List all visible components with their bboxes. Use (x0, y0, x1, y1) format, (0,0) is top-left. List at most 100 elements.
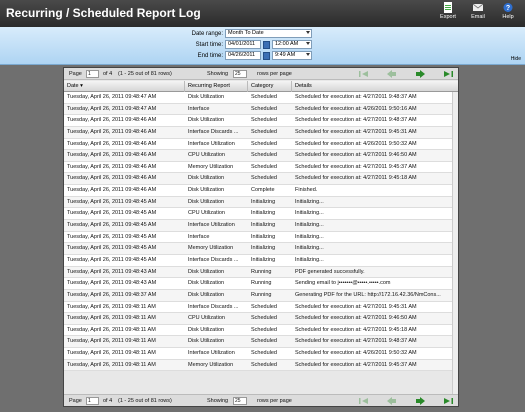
end-date-value: 04/26/2011 (228, 52, 256, 58)
calendar-icon[interactable] (263, 41, 270, 49)
table-row[interactable]: Tuesday, April 26, 2011 09:48:46 AM Disk … (64, 185, 458, 197)
date-cell: Tuesday, April 26, 2011 09:48:46 AM (67, 152, 157, 159)
table-row[interactable]: Tuesday, April 26, 2011 09:48:45 AM Inter… (64, 231, 458, 244)
rows-per-page-select[interactable]: 25 (233, 397, 247, 405)
page-count: of 4 (103, 398, 113, 404)
report-cell: Interface Discards ... (188, 128, 239, 135)
category-cell: Scheduled (251, 338, 277, 345)
table-header: Date ▾ Recurring Report Category Details (64, 81, 458, 92)
export-button[interactable]: Export (436, 2, 460, 20)
report-cell: Disk Utilization (188, 187, 225, 194)
start-date-input[interactable]: 04/01/2011 (225, 40, 261, 49)
showing-label: Showing (207, 398, 229, 404)
table-row[interactable]: Tuesday, April 26, 2011 09:48:45 AM CPU U… (64, 208, 458, 221)
table-body: Tuesday, April 26, 2011 09:48:47 AM Disk … (64, 92, 458, 372)
scrollbar[interactable] (452, 92, 458, 394)
table-row[interactable]: Tuesday, April 26, 2011 09:48:46 AM Memor… (64, 161, 458, 174)
calendar-icon[interactable] (263, 52, 270, 60)
column-header-recurring-report[interactable]: Recurring Report (185, 81, 248, 92)
table-row[interactable]: Tuesday, April 26, 2011 09:48:11 AM Inter… (64, 348, 458, 360)
table-row[interactable]: Tuesday, April 26, 2011 09:48:11 AM CPU U… (64, 313, 458, 325)
category-cell: Scheduled (251, 128, 277, 135)
category-cell: Scheduled (251, 105, 277, 112)
table-row[interactable]: Tuesday, April 26, 2011 09:48:46 AM Disk … (64, 173, 458, 186)
date-range-select[interactable]: Month To Date (225, 29, 312, 38)
help-button[interactable]: ? Help (496, 2, 520, 20)
last-page-icon[interactable] (442, 397, 454, 405)
prev-page-icon[interactable] (386, 70, 398, 78)
prev-page-icon[interactable] (386, 397, 398, 405)
details-cell: Scheduled for execution at: 4/27/2011 9:… (295, 152, 417, 159)
table-row[interactable]: Tuesday, April 26, 2011 09:48:45 AM Disk … (64, 196, 458, 209)
report-cell: Interface (188, 233, 210, 240)
first-page-icon[interactable] (358, 397, 370, 405)
report-cell: Memory Utilization (188, 163, 234, 170)
next-page-icon[interactable] (414, 397, 426, 405)
table-row[interactable]: Tuesday, April 26, 2011 09:48:46 AM Inter… (64, 138, 458, 151)
category-cell: Scheduled (251, 303, 277, 310)
details-cell: Initializing... (295, 256, 324, 263)
end-date-input[interactable]: 04/26/2011 (225, 51, 261, 60)
date-cell: Tuesday, April 26, 2011 09:48:47 AM (67, 105, 157, 112)
table-row[interactable]: Tuesday, April 26, 2011 09:48:46 AM CPU U… (64, 150, 458, 162)
page-title: Recurring / Scheduled Report Log (6, 6, 201, 20)
start-time-select[interactable]: 12:00 AM (272, 40, 312, 49)
table-row[interactable]: Tuesday, April 26, 2011 09:48:45 AM Memor… (64, 243, 458, 255)
report-cell: CPU Utilization (188, 152, 225, 159)
email-button[interactable]: Email (466, 2, 490, 20)
date-cell: Tuesday, April 26, 2011 09:48:11 AM (67, 361, 156, 368)
rows-per-page-select[interactable]: 25 (233, 70, 247, 78)
page-select[interactable]: 1 (86, 70, 99, 78)
chevron-down-icon (306, 42, 310, 45)
date-cell: Tuesday, April 26, 2011 09:48:11 AM (67, 303, 156, 310)
table-row[interactable]: Tuesday, April 26, 2011 09:48:11 AM Disk … (64, 336, 458, 349)
details-cell: Scheduled for execution at: 4/27/2011 9:… (295, 117, 417, 124)
last-page-icon[interactable] (442, 70, 454, 78)
table-row[interactable]: Tuesday, April 26, 2011 09:48:45 AM Inter… (64, 254, 458, 267)
table-row[interactable]: Tuesday, April 26, 2011 09:48:11 AM Inter… (64, 301, 458, 314)
showing-label: Showing (207, 71, 229, 77)
report-cell: Disk Utilization (188, 268, 225, 275)
report-cell: Memory Utilization (188, 245, 234, 252)
column-header-details[interactable]: Details (292, 81, 452, 92)
table-row[interactable]: Tuesday, April 26, 2011 09:48:46 AM Disk … (64, 115, 458, 127)
date-cell: Tuesday, April 26, 2011 09:48:45 AM (67, 210, 157, 217)
date-cell: Tuesday, April 26, 2011 09:48:46 AM (67, 117, 157, 124)
first-page-icon[interactable] (358, 70, 370, 78)
details-cell: Generating PDF for the URL: http://172.1… (295, 291, 441, 298)
table-row[interactable]: Tuesday, April 26, 2011 09:48:47 AM Disk … (64, 92, 458, 104)
category-cell: Initializing (251, 245, 276, 252)
date-cell: Tuesday, April 26, 2011 09:48:47 AM (67, 94, 157, 100)
help-label: Help (502, 14, 514, 20)
date-cell: Tuesday, April 26, 2011 09:48:45 AM (67, 198, 157, 205)
table-row[interactable]: Tuesday, April 26, 2011 09:48:37 AM Disk … (64, 289, 458, 302)
date-cell: Tuesday, April 26, 2011 09:48:11 AM (67, 326, 156, 333)
column-header-category[interactable]: Category (248, 81, 292, 92)
details-cell: Initializing... (295, 210, 324, 217)
details-cell: Initializing... (295, 198, 324, 205)
date-range-value: Month To Date (228, 30, 264, 36)
table-row[interactable]: Tuesday, April 26, 2011 09:48:43 AM Disk … (64, 266, 458, 279)
table-row[interactable]: Tuesday, April 26, 2011 09:48:45 AM Inter… (64, 220, 458, 232)
next-page-icon[interactable] (414, 70, 426, 78)
hide-link[interactable]: Hide (511, 56, 521, 62)
help-icon: ? (503, 3, 513, 12)
pager-top: Page 1 of 4 (1 - 25 out of 81 rows) Show… (64, 68, 458, 80)
date-cell: Tuesday, April 26, 2011 09:48:46 AM (67, 175, 157, 182)
category-cell: Initializing (251, 222, 276, 229)
table-row[interactable]: Tuesday, April 26, 2011 09:48:43 AM Disk … (64, 278, 458, 290)
title-bar: Recurring / Scheduled Report Log Export … (0, 0, 525, 27)
end-time-value: 9:49 AM (275, 52, 296, 58)
table-row[interactable]: Tuesday, April 26, 2011 09:48:11 AM Memor… (64, 359, 458, 372)
table-row[interactable]: Tuesday, April 26, 2011 09:48:47 AM Inter… (64, 103, 458, 116)
date-cell: Tuesday, April 26, 2011 09:48:46 AM (67, 140, 157, 147)
end-time-select[interactable]: 9:49 AM (272, 51, 312, 60)
category-cell: Scheduled (251, 315, 277, 322)
page-select[interactable]: 1 (86, 397, 99, 405)
category-cell: Initializing (251, 210, 276, 217)
table-row[interactable]: Tuesday, April 26, 2011 09:48:11 AM Disk … (64, 324, 458, 337)
table-row[interactable]: Tuesday, April 26, 2011 09:48:46 AM Inter… (64, 126, 458, 139)
report-cell: Interface (188, 105, 210, 112)
report-cell: Disk Utilization (188, 280, 225, 287)
column-header-date[interactable]: Date ▾ (64, 81, 185, 92)
